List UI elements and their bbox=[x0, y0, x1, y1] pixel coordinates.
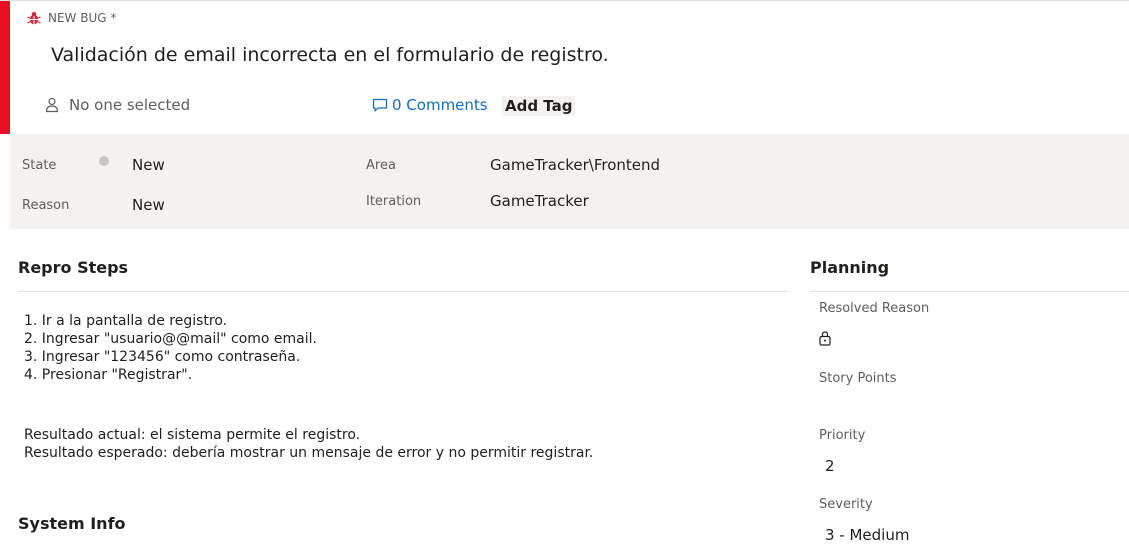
planning-divider bbox=[810, 291, 1129, 292]
repro-steps-divider bbox=[18, 291, 788, 292]
repro-steps-editor[interactable]: 1. Ir a la pantalla de registro. 2. Ingr… bbox=[24, 312, 317, 384]
priority-label: Priority bbox=[819, 428, 866, 443]
repro-step: 4. Presionar "Registrar". bbox=[24, 367, 193, 383]
work-item-type-header: NEW BUG * bbox=[27, 11, 116, 25]
planning-title: Planning bbox=[810, 258, 890, 277]
work-item-color-bar bbox=[0, 1, 10, 134]
work-item-title[interactable]: Validación de email incorrecta en el for… bbox=[51, 44, 609, 66]
priority-value[interactable]: 2 bbox=[825, 457, 835, 475]
system-info-title: System Info bbox=[18, 514, 126, 533]
iteration-label: Iteration bbox=[366, 194, 422, 209]
severity-label: Severity bbox=[819, 497, 873, 512]
add-tag-button[interactable]: Add Tag bbox=[502, 96, 576, 116]
reason-value[interactable]: New bbox=[132, 196, 165, 214]
fields-panel: State New Reason New Area GameTracker\Fr… bbox=[10, 134, 1129, 229]
state-indicator-dot bbox=[99, 156, 109, 166]
expected-result: Resultado esperado: debería mostrar un m… bbox=[24, 445, 594, 461]
repro-step: 1. Ir a la pantalla de registro. bbox=[24, 313, 228, 329]
repro-steps-title: Repro Steps bbox=[18, 258, 129, 277]
resolved-reason-label: Resolved Reason bbox=[819, 301, 930, 316]
repro-step: 3. Ingresar "123456" como contraseña. bbox=[24, 349, 301, 365]
severity-value[interactable]: 3 - Medium bbox=[825, 526, 909, 544]
iteration-value[interactable]: GameTracker bbox=[490, 192, 589, 210]
comments-label: 0 Comments bbox=[392, 96, 488, 114]
repro-results[interactable]: Resultado actual: el sistema permite el … bbox=[24, 426, 593, 462]
assignee-label: No one selected bbox=[69, 96, 191, 114]
state-label: State bbox=[22, 158, 57, 173]
comments-link[interactable]: 0 Comments bbox=[372, 96, 488, 114]
top-border bbox=[0, 0, 1129, 1]
area-value[interactable]: GameTracker\Frontend bbox=[490, 156, 660, 174]
bug-icon bbox=[27, 12, 41, 25]
story-points-label: Story Points bbox=[819, 371, 897, 386]
state-value[interactable]: New bbox=[132, 156, 165, 174]
area-label: Area bbox=[366, 158, 396, 173]
actual-result: Resultado actual: el sistema permite el … bbox=[24, 427, 361, 443]
comment-icon bbox=[372, 98, 388, 112]
repro-step: 2. Ingresar "usuario@@mail" como email. bbox=[24, 331, 317, 347]
assignee-picker[interactable]: No one selected bbox=[44, 96, 190, 114]
reason-label: Reason bbox=[22, 198, 70, 213]
work-item-type-label: NEW BUG * bbox=[48, 11, 117, 25]
lock-icon bbox=[819, 331, 831, 346]
person-icon bbox=[45, 97, 59, 113]
